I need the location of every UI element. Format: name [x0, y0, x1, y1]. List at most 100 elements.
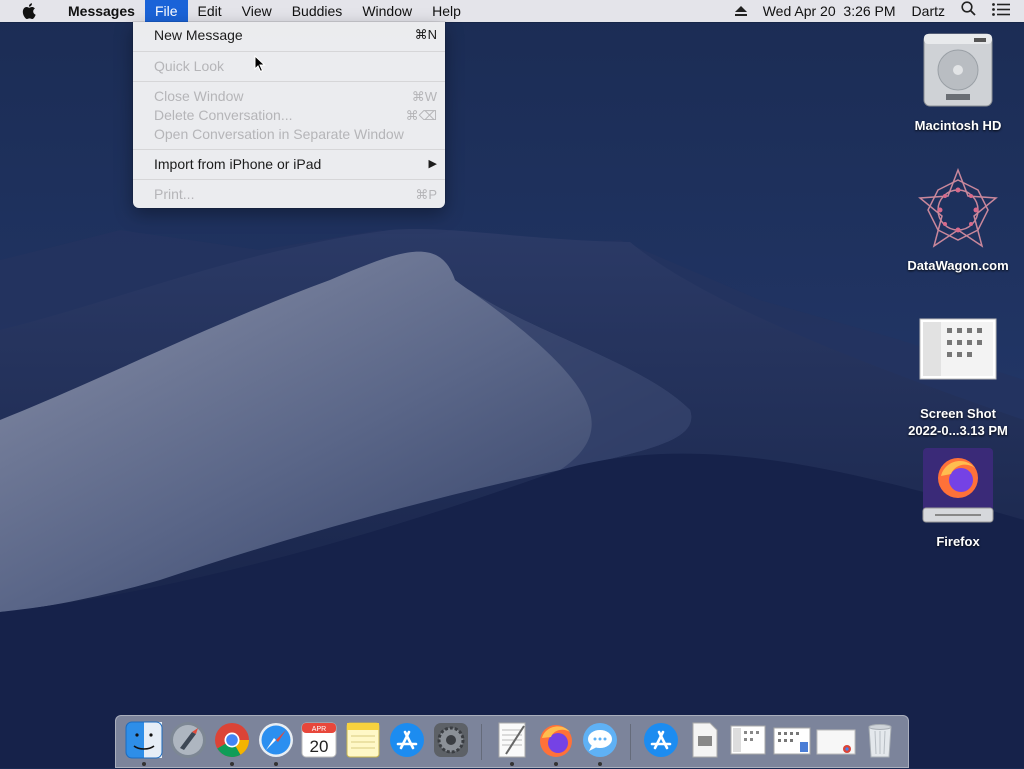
- menu-view[interactable]: View: [232, 0, 282, 22]
- trash-icon: [868, 724, 892, 758]
- menu-separator: [133, 179, 445, 180]
- menu-separator: [133, 81, 445, 82]
- datawagon-star-icon: [903, 167, 1013, 253]
- dock: APR 20: [115, 715, 909, 768]
- menu-window[interactable]: Window: [352, 0, 422, 22]
- menu-item-shortcut: ⌘⌫: [405, 108, 437, 123]
- running-indicator: [746, 762, 750, 766]
- system-preferences-icon: [434, 723, 469, 757]
- submenu-arrow-icon: ▶: [428, 158, 437, 170]
- desktop-icon-macintosh-hd[interactable]: Macintosh HD: [903, 30, 1013, 134]
- dock-app-screenshot[interactable]: [727, 720, 769, 769]
- screenshot-thumbnail-icon: [903, 318, 1013, 383]
- menu-item-open-separate-window: Open Conversation in Separate Window: [133, 125, 445, 144]
- dock-app-trash[interactable]: [859, 720, 901, 769]
- running-indicator: [273, 762, 278, 766]
- menu-item-import-iphone[interactable]: Import from iPhone or iPad ▶: [133, 155, 445, 174]
- messages-icon: [582, 723, 617, 757]
- calendar-month: APR: [312, 726, 326, 733]
- running-indicator: [509, 762, 514, 766]
- menu-item-delete-conversation: Delete Conversation... ⌘⌫: [133, 106, 445, 125]
- menu-item-label: New Message: [154, 27, 243, 43]
- user-menu[interactable]: Dartz: [904, 0, 953, 22]
- menu-item-label: Print...: [154, 186, 195, 202]
- menu-item-shortcut: ⌘N: [414, 27, 437, 42]
- notification-center-icon[interactable]: [984, 0, 1024, 22]
- dock-app-notes[interactable]: [342, 720, 384, 769]
- running-indicator: [361, 762, 365, 766]
- desktop-icon-firefox[interactable]: Firefox: [903, 446, 1013, 550]
- clock[interactable]: Wed Apr 20 3:26 PM: [755, 0, 904, 22]
- dock-app-chrome-window[interactable]: [815, 720, 857, 769]
- menu-file[interactable]: File: [144, 0, 188, 22]
- dock-app-document[interactable]: [684, 720, 726, 769]
- calendar-day: 20: [310, 737, 329, 756]
- menu-item-new-message[interactable]: New Message ⌘N: [133, 24, 445, 46]
- spotlight-search-icon[interactable]: [953, 0, 984, 22]
- menu-help[interactable]: Help: [422, 0, 471, 22]
- dock-app-system-preferences[interactable]: [430, 720, 472, 769]
- running-indicator: [186, 762, 190, 766]
- desktop-icon-label-line2: 2022-0...3.13 PM: [908, 423, 1008, 438]
- screenshot-thumbnail-icon: [730, 725, 766, 755]
- dock-app-applications-folder[interactable]: [640, 720, 682, 769]
- desktop-icon-label: Macintosh HD: [914, 118, 1002, 133]
- applications-folder-icon: [643, 723, 678, 757]
- dock-app-safari[interactable]: [255, 720, 297, 769]
- desktop-icon-label: Screen Shot 2022-0...3.13 PM: [903, 405, 1013, 439]
- dock-app-screenshot-2[interactable]: [771, 720, 813, 769]
- dock-separator: [481, 724, 482, 760]
- document-icon: [692, 722, 718, 758]
- running-indicator: [834, 762, 838, 766]
- menu-edit[interactable]: Edit: [188, 0, 232, 22]
- running-indicator: [229, 762, 234, 766]
- app-menu-messages[interactable]: Messages: [58, 0, 145, 22]
- hard-drive-icon: [903, 30, 1013, 113]
- dock-app-app-store[interactable]: [386, 720, 428, 769]
- running-indicator: [317, 762, 321, 766]
- dock-separator: [629, 724, 631, 760]
- notes-icon: [346, 722, 380, 758]
- menu-item-label: Import from iPhone or iPad: [154, 156, 322, 172]
- firefox-disk-image-icon: [903, 446, 1013, 529]
- calendar-icon: APR 20: [301, 722, 337, 758]
- menu-item-shortcut: ⌘P: [415, 187, 437, 202]
- clock-date: Wed Apr 20: [762, 3, 836, 19]
- screenshot-thumbnail-icon: [773, 727, 811, 755]
- dock-app-firefox[interactable]: [535, 720, 577, 769]
- dock-app-launchpad[interactable]: [167, 720, 209, 769]
- running-indicator: [553, 762, 558, 766]
- menu-item-print: Print... ⌘P: [133, 185, 445, 204]
- running-indicator: [405, 762, 409, 766]
- mouse-pointer-icon: [254, 55, 266, 73]
- menu-bar: Messages File Edit View Buddies Window H…: [0, 0, 1024, 22]
- desktop-icon-datawagon[interactable]: DataWagon.com: [903, 167, 1013, 274]
- menu-item-label: Quick Look: [154, 58, 225, 74]
- menu-separator: [133, 149, 445, 150]
- desktop-icon-screenshot[interactable]: Screen Shot 2022-0...3.13 PM: [903, 318, 1013, 439]
- running-indicator: [141, 762, 146, 766]
- running-indicator: [659, 762, 663, 766]
- menu-item-label: Close Window: [154, 88, 244, 104]
- chrome-window-icon: [816, 729, 856, 755]
- finder-icon: [125, 721, 163, 759]
- desktop-icon-label: Firefox: [936, 534, 980, 549]
- running-indicator: [878, 762, 882, 766]
- dock-app-chrome[interactable]: [211, 720, 253, 769]
- app-store-icon: [390, 723, 425, 757]
- dock-app-textedit[interactable]: [491, 720, 533, 769]
- apple-logo-icon[interactable]: [0, 0, 58, 22]
- firefox-icon: [539, 725, 572, 757]
- safari-icon: [258, 723, 293, 757]
- running-indicator: [790, 762, 794, 766]
- menu-item-shortcut: ⌘W: [411, 89, 437, 104]
- dock-app-messages[interactable]: [579, 720, 621, 769]
- menu-item-label: Delete Conversation...: [154, 107, 293, 123]
- menu-item-close-window: Close Window ⌘W: [133, 87, 445, 106]
- menu-buddies[interactable]: Buddies: [282, 0, 353, 22]
- dock-app-finder[interactable]: [123, 720, 165, 769]
- eject-icon[interactable]: [727, 0, 755, 22]
- dock-app-calendar[interactable]: APR 20: [299, 720, 341, 769]
- file-dropdown-menu: New Message ⌘N Quick Look Close Window ⌘…: [133, 22, 445, 208]
- launchpad-icon: [169, 722, 206, 758]
